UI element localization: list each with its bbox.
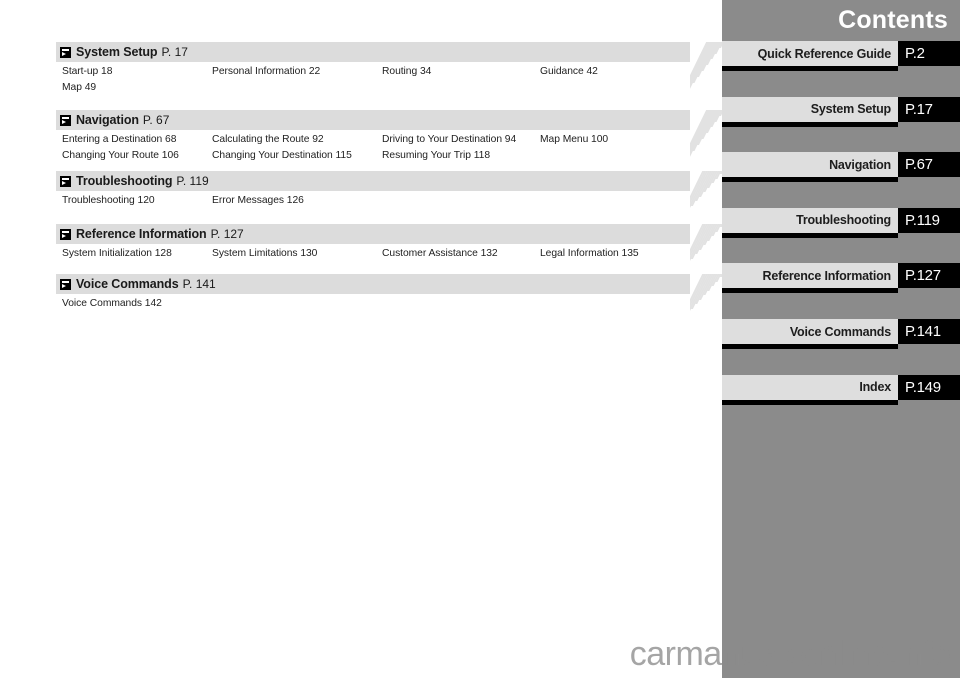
page-title: Contents	[838, 6, 948, 34]
section-page-ref: P. 119	[176, 174, 209, 188]
sidebar-tab-label[interactable]: Navigation	[722, 152, 898, 178]
hatch-decoration	[690, 274, 724, 328]
section-entry-grid: Troubleshooting 120 Error Messages 126	[56, 195, 690, 211]
sidebar-tab-page[interactable]: P.2	[898, 41, 960, 66]
toc-section: Troubleshooting P. 119 Troubleshooting 120…	[56, 171, 690, 211]
sidebar-tab-page[interactable]: P.67	[898, 152, 960, 178]
section-header[interactable]: Navigation P. 67	[56, 110, 690, 130]
section-page-ref: P. 67	[142, 113, 170, 127]
section-header[interactable]: Troubleshooting P. 119	[56, 171, 690, 191]
sidebar-tab-underline	[722, 232, 898, 238]
sidebar-tab-label[interactable]: Voice Commands	[722, 319, 898, 344]
section-entry-grid: System Initialization 128 System Limitati…	[56, 248, 690, 264]
sidebar-tab-underline	[722, 399, 898, 405]
section-title: System Setup	[76, 45, 158, 59]
toc-entry[interactable]: Calculating the Route 92	[212, 134, 324, 145]
arrow-jump-icon	[60, 175, 71, 187]
section-page-ref: P. 141	[182, 277, 216, 291]
hatch-decoration	[690, 224, 724, 278]
sidebar-tab-underline	[722, 66, 898, 71]
toc-entry[interactable]: Legal Information 135	[540, 248, 639, 259]
hatch-decoration	[690, 110, 724, 180]
sidebar-tab-page[interactable]: P.149	[898, 374, 960, 400]
arrow-jump-icon	[60, 46, 71, 58]
sidebar-tab[interactable]: Quick Reference Guide P.2	[722, 41, 960, 71]
toc-entry[interactable]: Map Menu 100	[540, 134, 608, 145]
toc-entry[interactable]: Start-up 18	[62, 66, 112, 77]
toc-entry-row: Voice Commands 142	[56, 298, 690, 314]
sidebar-tab[interactable]: System Setup P.17	[722, 96, 960, 127]
toc-entry[interactable]: Entering a Destination 68	[62, 134, 176, 145]
section-entry-grid: Entering a Destination 68 Calculating the…	[56, 134, 690, 166]
section-title: Troubleshooting	[76, 174, 173, 188]
sidebar-tab-label[interactable]: Quick Reference Guide	[722, 41, 898, 66]
sidebar-tab-label[interactable]: Index	[722, 374, 898, 400]
sidebar-tab-underline	[722, 177, 898, 183]
toc-entry-row: Start-up 18 Personal Information 22 Routin…	[56, 66, 690, 82]
sidebar-tab[interactable]: Index P.149	[722, 374, 960, 405]
toc-entry-row: System Initialization 128 System Limitati…	[56, 248, 690, 264]
toc-entry[interactable]: Resuming Your Trip 118	[382, 150, 490, 161]
toc-section: Voice Commands P. 141 Voice Commands 142	[56, 274, 690, 314]
sidebar-tab[interactable]: Troubleshooting P.119	[722, 207, 960, 238]
sidebar-tab-page[interactable]: P.17	[898, 96, 960, 122]
section-header[interactable]: Reference Information P. 127	[56, 224, 690, 244]
toc-section: Reference Information P. 127 System Initia…	[56, 224, 690, 264]
hatch-decoration	[690, 171, 724, 225]
section-title: Navigation	[76, 113, 139, 127]
contents-sidebar: Contents Quick Reference Guide P.2 System …	[722, 0, 960, 678]
section-title: Voice Commands	[76, 277, 179, 291]
toc-entry[interactable]: Troubleshooting 120	[62, 195, 155, 206]
toc-entry[interactable]: Guidance 42	[540, 66, 598, 77]
arrow-jump-icon	[60, 278, 71, 290]
sidebar-tab-page[interactable]: P.119	[898, 207, 960, 233]
sidebar-tab[interactable]: Reference Information P.127	[722, 263, 960, 294]
section-header[interactable]: Voice Commands P. 141	[56, 274, 690, 294]
section-title: Reference Information	[76, 227, 207, 241]
toc-entry-row: Troubleshooting 120 Error Messages 126	[56, 195, 690, 211]
sidebar-tab-label[interactable]: Reference Information	[722, 263, 898, 289]
sidebar-tab-page[interactable]: P.141	[898, 319, 960, 344]
toc-entry-row: Map 49	[56, 82, 690, 98]
toc-entry-row: Changing Your Route 106 Changing Your Des…	[56, 150, 690, 166]
section-page-ref: P. 17	[161, 45, 188, 59]
sidebar-tab-underline	[722, 288, 898, 294]
toc-entry[interactable]: Voice Commands 142	[62, 298, 162, 309]
toc-entry[interactable]: Changing Your Route 106	[62, 150, 179, 161]
toc-entry[interactable]: Changing Your Destination 115	[212, 150, 352, 161]
toc-entry[interactable]: Map 49	[62, 82, 96, 93]
toc-section: System Setup P. 17 Start-up 18 Personal Inf…	[56, 42, 690, 98]
section-header[interactable]: System Setup P. 17	[56, 42, 690, 62]
sidebar-tab-label[interactable]: System Setup	[722, 96, 898, 122]
toc-entry[interactable]: Personal Information 22	[212, 66, 320, 77]
sidebar-tab-label[interactable]: Troubleshooting	[722, 207, 898, 233]
sidebar-tab-page[interactable]: P.127	[898, 263, 960, 289]
table-of-contents-page: System Setup P. 17 Start-up 18 Personal Inf…	[0, 0, 724, 678]
toc-entry[interactable]: Routing 34	[382, 66, 431, 77]
sidebar-tab[interactable]: Voice Commands P.141	[722, 319, 960, 349]
sidebar-tab-underline	[722, 344, 898, 349]
sidebar-tab[interactable]: Navigation P.67	[722, 152, 960, 183]
section-entry-grid: Voice Commands 142	[56, 298, 690, 314]
arrow-jump-icon	[60, 114, 71, 126]
toc-entry[interactable]: System Limitations 130	[212, 248, 317, 259]
toc-entry[interactable]: Driving to Your Destination 94	[382, 134, 516, 145]
section-entry-grid: Start-up 18 Personal Information 22 Routin…	[56, 66, 690, 98]
section-page-ref: P. 127	[210, 227, 244, 241]
sidebar-tab-underline	[722, 121, 898, 127]
arrow-jump-icon	[60, 228, 71, 240]
toc-entry[interactable]: System Initialization 128	[62, 248, 172, 259]
hatch-decoration	[690, 42, 724, 112]
toc-entry[interactable]: Error Messages 126	[212, 195, 304, 206]
toc-entry-row: Entering a Destination 68 Calculating the…	[56, 134, 690, 150]
toc-section: Navigation P. 67 Entering a Destination 68…	[56, 110, 690, 166]
toc-entry[interactable]: Customer Assistance 132	[382, 248, 498, 259]
